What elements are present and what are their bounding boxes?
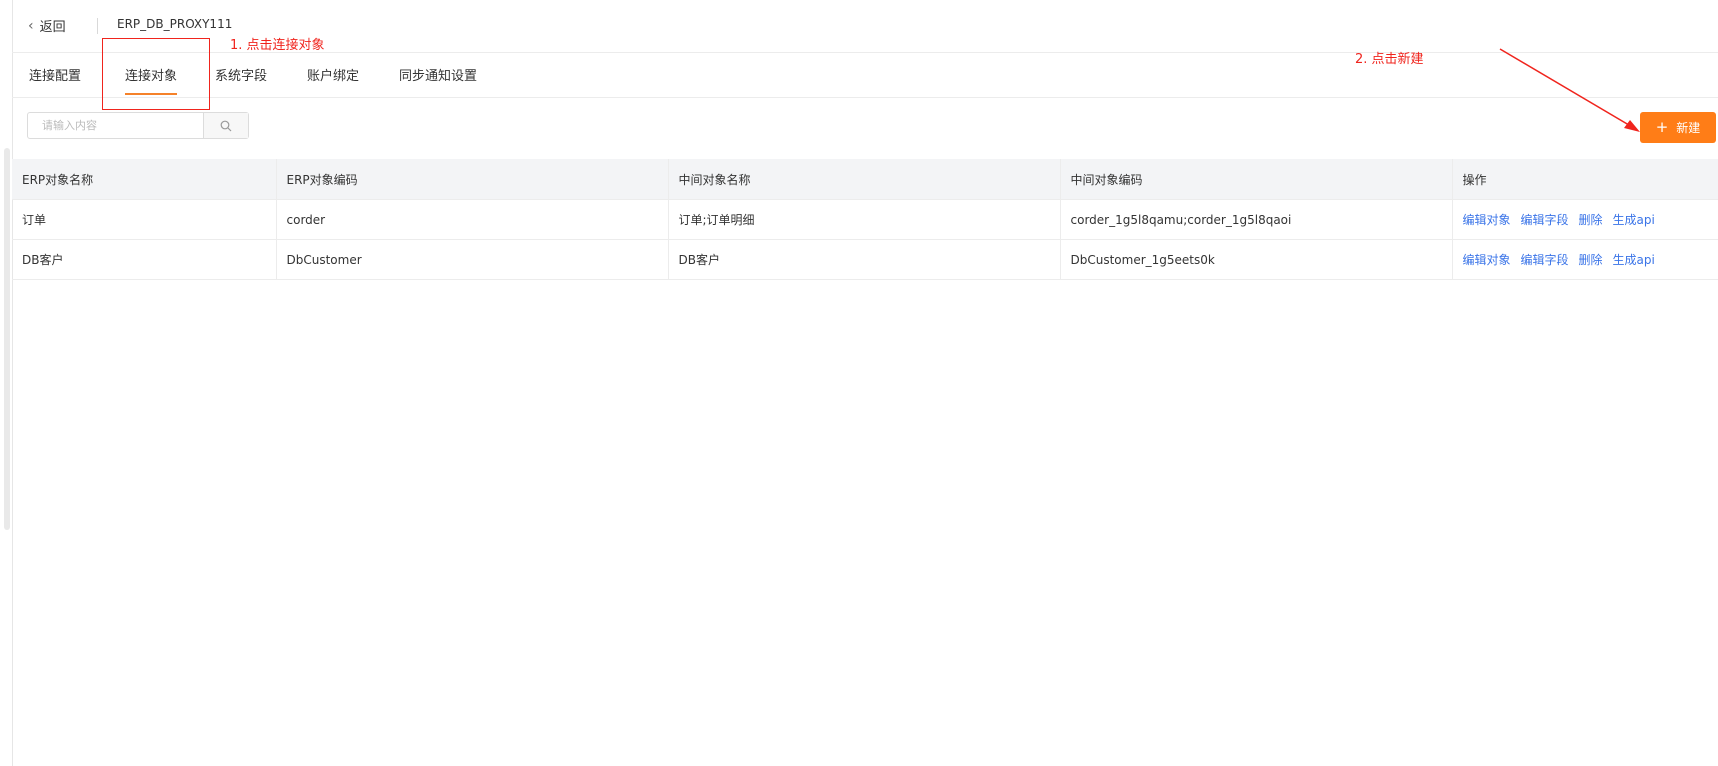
column-header: 中间对象名称 xyxy=(668,159,1061,200)
chevron-left-icon: ‹ xyxy=(28,17,34,34)
column-header: 中间对象编码 xyxy=(1060,159,1453,200)
back-button[interactable]: ‹ 返回 xyxy=(28,16,66,36)
search-button[interactable] xyxy=(203,113,248,138)
table-header-row: ERP对象名称 ERP对象编码 中间对象名称 中间对象编码 操作 xyxy=(12,159,1718,200)
plus-icon: + xyxy=(1655,118,1669,136)
generate-api-link[interactable]: 生成api xyxy=(1613,213,1655,227)
column-header: ERP对象编码 xyxy=(276,159,669,200)
tab-account-binding[interactable]: 账户绑定 xyxy=(307,65,359,84)
edit-fields-link[interactable]: 编辑字段 xyxy=(1521,213,1569,227)
tab-sync-notification[interactable]: 同步通知设置 xyxy=(399,65,477,84)
generate-api-link[interactable]: 生成api xyxy=(1613,253,1655,267)
delete-link[interactable]: 删除 xyxy=(1579,213,1603,227)
cell-mid-code: DbCustomer_1g5eets0k xyxy=(1060,239,1453,280)
cell-actions: 编辑对象 编辑字段 删除 生成api xyxy=(1452,239,1718,280)
cell-mid-name: DB客户 xyxy=(668,239,1061,280)
table-row: DB客户 DbCustomer DB客户 DbCustomer_1g5eets0… xyxy=(12,239,1718,280)
edit-fields-link[interactable]: 编辑字段 xyxy=(1521,253,1569,267)
search-input[interactable] xyxy=(28,113,203,138)
tab-bar: 连接配置 连接对象 系统字段 账户绑定 同步通知设置 xyxy=(12,53,1718,98)
search-icon xyxy=(220,120,232,131)
cell-actions: 编辑对象 编辑字段 删除 生成api xyxy=(1452,199,1718,240)
search-box xyxy=(27,112,249,139)
annotation-step-1: 1. 点击连接对象 xyxy=(230,38,325,53)
edit-object-link[interactable]: 编辑对象 xyxy=(1463,213,1511,227)
tab-connection-config[interactable]: 连接配置 xyxy=(29,65,81,84)
cell-erp-code: DbCustomer xyxy=(276,239,669,280)
cell-erp-name: 订单 xyxy=(12,199,277,240)
vertical-scrollbar[interactable] xyxy=(4,148,10,530)
annotation-highlight-box xyxy=(102,38,210,110)
new-button-label: 新建 xyxy=(1676,121,1701,135)
edit-object-link[interactable]: 编辑对象 xyxy=(1463,253,1511,267)
header-divider xyxy=(97,18,98,34)
objects-table: ERP对象名称 ERP对象编码 中间对象名称 中间对象编码 操作 订单 cord… xyxy=(12,159,1718,280)
cell-erp-name: DB客户 xyxy=(12,239,277,280)
cell-mid-name: 订单;订单明细 xyxy=(668,199,1061,240)
new-button[interactable]: + 新建 xyxy=(1640,112,1716,143)
tab-system-fields[interactable]: 系统字段 xyxy=(215,65,267,84)
annotation-step-2: 2. 点击新建 xyxy=(1355,52,1424,67)
annotation-arrow xyxy=(1499,48,1640,132)
cell-erp-code: corder xyxy=(276,199,669,240)
column-header: ERP对象名称 xyxy=(12,159,277,200)
column-header: 操作 xyxy=(1452,159,1718,200)
page-title: ERP_DB_PROXY111 xyxy=(117,17,233,31)
delete-link[interactable]: 删除 xyxy=(1579,253,1603,267)
table-row: 订单 corder 订单;订单明细 corder_1g5l8qamu;corde… xyxy=(12,199,1718,240)
cell-mid-code: corder_1g5l8qamu;corder_1g5l8qaoi xyxy=(1060,199,1453,240)
back-label: 返回 xyxy=(39,20,66,35)
left-border xyxy=(12,0,13,766)
